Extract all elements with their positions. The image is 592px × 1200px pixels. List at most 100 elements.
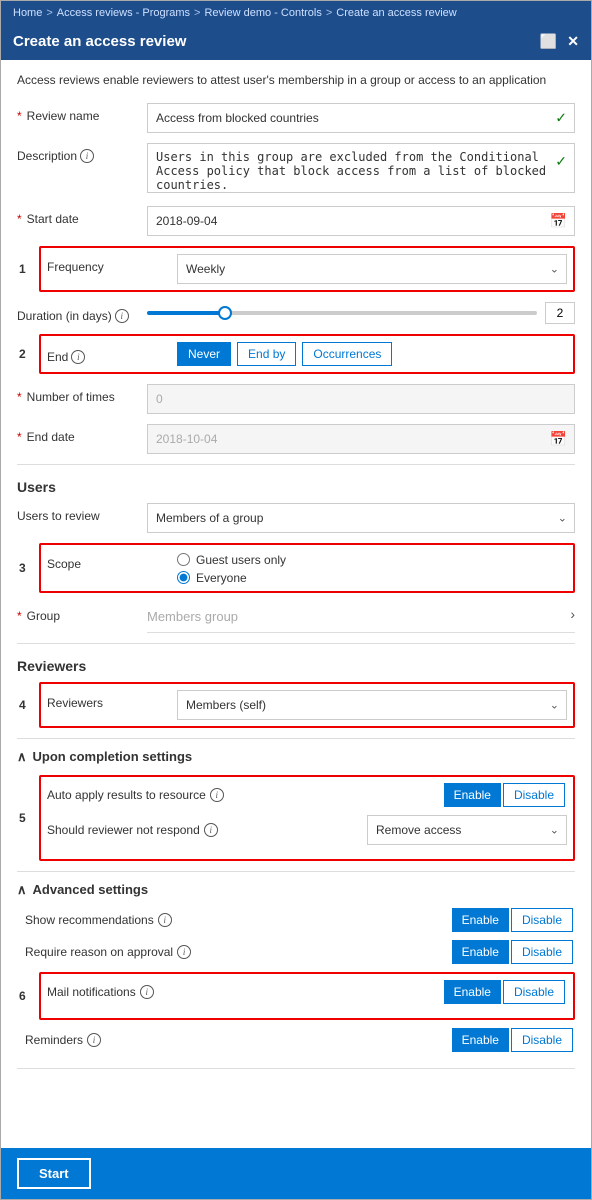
show-recommendations-info-icon: i	[158, 913, 172, 927]
auto-apply-enable-button[interactable]: Enable	[444, 783, 501, 807]
description-wrap: Users in this group are excluded from th…	[147, 143, 575, 196]
scope-label: Scope	[47, 551, 177, 571]
scope-radios-wrap: Guest users only Everyone	[177, 551, 567, 585]
breadcrumb-controls[interactable]: Review demo - Controls	[204, 7, 321, 19]
start-button[interactable]: Start	[17, 1158, 91, 1189]
require-reason-toggle: Enable Disable	[452, 940, 575, 964]
scope-radio-group: Guest users only Everyone	[177, 551, 567, 585]
number-of-times-wrap	[147, 384, 575, 414]
start-date-row: * Start date 📅	[17, 206, 575, 236]
start-date-label: * Start date	[17, 206, 147, 226]
completion-collapse-icon: ∧	[17, 749, 27, 765]
should-respond-select-wrap: Remove access Approve access Take recomm…	[367, 815, 567, 845]
show-recommendations-enable-button[interactable]: Enable	[452, 908, 509, 932]
duration-slider-wrap	[147, 302, 575, 324]
users-to-review-label: Users to review	[17, 503, 147, 523]
content-area: Access reviews enable reviewers to attes…	[1, 60, 591, 1148]
description-input-wrap: Users in this group are excluded from th…	[147, 143, 575, 196]
group-select-row[interactable]: Members group ›	[147, 603, 575, 633]
end-label: End i	[47, 344, 177, 364]
end-date-input[interactable]	[147, 424, 575, 454]
auto-apply-info-icon: i	[210, 788, 224, 802]
end-outer: 2 End i Never End by Occurrences	[39, 334, 575, 374]
end-buttons-wrap: Never End by Occurrences	[177, 342, 567, 366]
reminders-enable-button[interactable]: Enable	[452, 1028, 509, 1052]
mail-notifications-disable-button[interactable]: Disable	[503, 980, 565, 1004]
end-never-button[interactable]: Never	[177, 342, 231, 366]
users-to-review-select[interactable]: Members of a group Guests only Everyone	[147, 503, 575, 533]
mail-notifications-section: Mail notifications i Enable Disable	[39, 972, 575, 1020]
should-respond-info-icon: i	[204, 823, 218, 837]
breadcrumb-current: Create an access review	[336, 7, 456, 19]
advanced-section-title: Advanced settings	[33, 882, 149, 897]
scope-section: Scope Guest users only Everyone	[39, 543, 575, 593]
close-icon[interactable]: ✕	[567, 33, 579, 50]
breadcrumb-programs[interactable]: Access reviews - Programs	[57, 7, 190, 19]
require-reason-enable-button[interactable]: Enable	[452, 940, 509, 964]
end-section: End i Never End by Occurrences	[39, 334, 575, 374]
users-section-title: Users	[17, 479, 575, 495]
reviewers-outer: 4 Reviewers Members (self) Selected user…	[39, 682, 575, 728]
completion-inner: Auto apply results to resource i Enable …	[39, 775, 575, 861]
section-number-4: 4	[19, 698, 26, 712]
page-title: Create an access review	[13, 33, 186, 50]
end-date-input-wrap: 📅	[147, 424, 575, 454]
required-star3: *	[17, 390, 22, 404]
auto-apply-row: Auto apply results to resource i Enable …	[47, 783, 567, 807]
show-recommendations-disable-button[interactable]: Disable	[511, 908, 573, 932]
window-icon[interactable]: ⬜	[540, 33, 557, 50]
advanced-section: ∧ Advanced settings Show recommendations…	[17, 882, 575, 1052]
require-reason-disable-button[interactable]: Disable	[511, 940, 573, 964]
group-value-wrap: Members group ›	[147, 603, 575, 633]
start-date-wrap: 📅	[147, 206, 575, 236]
start-date-input[interactable]	[147, 206, 575, 236]
mail-notifications-toggle: Enable Disable	[444, 980, 567, 1004]
duration-info-icon: i	[115, 309, 129, 323]
end-occurrences-button[interactable]: Occurrences	[302, 342, 392, 366]
advanced-collapse-header[interactable]: ∧ Advanced settings	[17, 882, 575, 898]
reviewers-inner-row: Reviewers Members (self) Selected users …	[47, 690, 567, 720]
mail-notifications-enable-button[interactable]: Enable	[444, 980, 501, 1004]
scope-everyone-radio[interactable]	[177, 571, 190, 584]
frequency-select[interactable]: Weekly Daily Monthly Quarterly Annually	[177, 254, 567, 284]
scope-guest-option[interactable]: Guest users only	[177, 553, 567, 567]
show-recommendations-row: Show recommendations i Enable Disable	[25, 908, 575, 932]
reviewers-select[interactable]: Members (self) Selected users Managers	[177, 690, 567, 720]
mail-notifications-info-icon: i	[140, 985, 154, 999]
reviewers-section-title: Reviewers	[17, 658, 575, 674]
mail-notifications-outer: 6 Mail notifications i Enable Disable	[39, 972, 575, 1020]
calendar-icon[interactable]: 📅	[550, 212, 567, 229]
group-chevron-right-icon: ›	[570, 606, 575, 622]
description-info-icon: i	[80, 149, 94, 163]
auto-apply-label: Auto apply results to resource i	[47, 788, 444, 802]
frequency-select-container: Weekly Daily Monthly Quarterly Annually …	[177, 254, 567, 284]
end-date-calendar-icon[interactable]: 📅	[550, 430, 567, 447]
show-recommendations-toggle: Enable Disable	[452, 908, 575, 932]
reviewers-select-wrap: Members (self) Selected users Managers ⌄	[177, 690, 567, 720]
auto-apply-disable-button[interactable]: Disable	[503, 783, 565, 807]
section-number-2: 2	[19, 347, 26, 361]
should-respond-select[interactable]: Remove access Approve access Take recomm…	[367, 815, 567, 845]
reminders-disable-button[interactable]: Disable	[511, 1028, 573, 1052]
completion-collapse-header[interactable]: ∧ Upon completion settings	[17, 749, 575, 765]
sep2: >	[194, 7, 200, 19]
completion-section-title: Upon completion settings	[33, 749, 193, 764]
should-respond-label: Should reviewer not respond i	[47, 823, 367, 837]
end-by-button[interactable]: End by	[237, 342, 296, 366]
breadcrumb-home[interactable]: Home	[13, 7, 42, 19]
start-date-input-wrap: 📅	[147, 206, 575, 236]
required-star4: *	[17, 430, 22, 444]
reminders-toggle: Enable Disable	[452, 1028, 575, 1052]
frequency-row: 1 Frequency Weekly Daily Monthly	[39, 246, 575, 292]
duration-value-input[interactable]	[545, 302, 575, 324]
scope-everyone-option[interactable]: Everyone	[177, 571, 567, 585]
duration-slider[interactable]	[147, 311, 537, 315]
group-row: * Group Members group ›	[17, 603, 575, 633]
scope-guest-radio[interactable]	[177, 553, 190, 566]
number-of-times-label: * Number of times	[17, 384, 147, 404]
review-name-input[interactable]	[147, 103, 575, 133]
review-name-wrap: ✓	[147, 103, 575, 133]
required-star2: *	[17, 212, 22, 226]
number-of-times-input[interactable]	[147, 384, 575, 414]
description-input[interactable]: Users in this group are excluded from th…	[147, 143, 575, 193]
